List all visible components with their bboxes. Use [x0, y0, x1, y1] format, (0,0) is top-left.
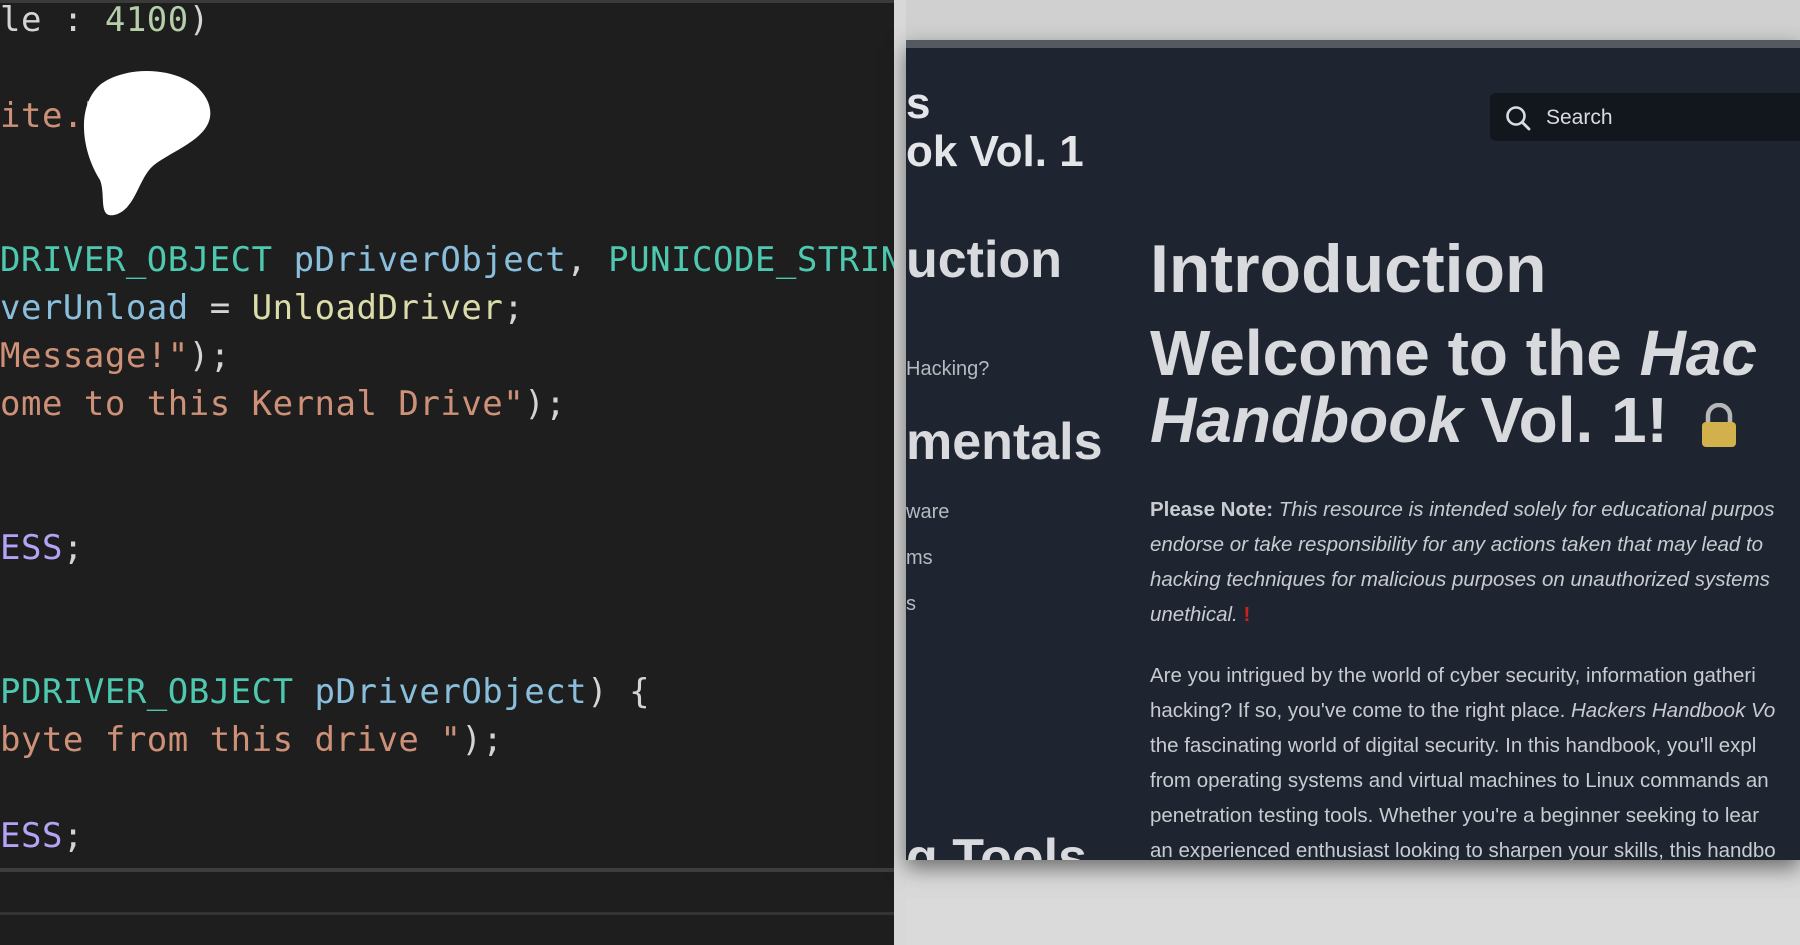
code-token: UnloadDriver: [251, 288, 504, 328]
code-token: le :: [0, 0, 105, 40]
code-token: byte from this drive ": [0, 720, 462, 760]
sidebar-item-hacking-tools[interactable]: g Tools: [906, 828, 1087, 860]
code-line: ESS;: [0, 528, 84, 568]
note-label: Please Note:: [1150, 498, 1274, 521]
sidebar-item-introduction[interactable]: uction: [906, 230, 1062, 290]
lock-icon: [1701, 403, 1736, 448]
exclamation-icon: !: [1243, 603, 1251, 626]
code-line: verUnload = UnloadDriver;: [0, 288, 524, 328]
code-token: DRIVER_OBJECT: [0, 240, 273, 280]
code-token: ESS: [0, 528, 63, 568]
code-token: PUNICODE_STRING: [608, 240, 894, 280]
code-token: ,: [566, 240, 609, 280]
white-blob-overlay: [83, 71, 211, 216]
sidebar-item-hardware[interactable]: ware: [906, 501, 949, 524]
site-title-line-2: ok Vol. 1: [906, 127, 1084, 176]
sidebar-item-operating-systems[interactable]: ms: [906, 547, 933, 570]
code-token: );: [188, 336, 231, 376]
code-line: PDRIVER_OBJECT pDriverObject) {: [0, 672, 650, 712]
search-input[interactable]: Search: [1490, 93, 1800, 141]
code-line: byte from this drive ");: [0, 720, 503, 760]
code-token: ;: [503, 288, 525, 328]
code-line: le : 4100): [0, 0, 210, 40]
intro-paragraph: Are you intrigued by the world of cyber …: [1150, 658, 1800, 860]
note-line-2: endorse or take responsibility for any a…: [1150, 533, 1764, 556]
note-line-3: hacking techniques for malicious purpose…: [1150, 568, 1770, 591]
sidebar-item-what-is-hacking[interactable]: Hacking?: [906, 358, 989, 381]
note-line-1: This resource is intended solely for edu…: [1273, 498, 1775, 521]
code-line: ome to this Kernal Drive");: [0, 384, 566, 424]
code-token: =: [188, 288, 252, 328]
code-token: Message!": [0, 336, 189, 376]
para-book-title: Hackers Handbook Vo: [1570, 699, 1776, 722]
para-line-4: from operating systems and virtual machi…: [1150, 769, 1769, 792]
site-title[interactable]: s ok Vol. 1: [906, 80, 1084, 176]
para-line-2: hacking? If so, you've come to the right…: [1150, 699, 1571, 722]
welcome-heading-part-1: Welcome to the: [1150, 317, 1640, 389]
sidebar-item-commands[interactable]: s: [906, 593, 916, 616]
code-token: pDriverObject: [293, 672, 588, 712]
code-editor[interactable]: le : 4100) ite.h DRIVER_OBJECT pDriverObje…: [0, 0, 894, 945]
para-line-3: the fascinating world of digital securit…: [1150, 734, 1757, 757]
code-token: PDRIVER_OBJECT: [0, 672, 294, 712]
code-token: pDriverObject: [272, 240, 567, 280]
code-token: ESS: [0, 816, 63, 856]
browser-top-bar: [906, 40, 1800, 48]
disclaimer-note: Please Note: This resource is intended s…: [1150, 492, 1800, 632]
search-icon: [1506, 106, 1531, 131]
code-line: Message!");: [0, 336, 231, 376]
code-token: );: [524, 384, 567, 424]
editor-bottom-rule: [0, 912, 894, 915]
code-token: ) {: [587, 672, 651, 712]
image-divider: [894, 0, 906, 945]
code-line: ESS;: [0, 816, 84, 856]
para-line-5: penetration testing tools. Whether you'r…: [1150, 804, 1760, 827]
para-line-1: Are you intrigued by the world of cyber …: [1150, 664, 1756, 687]
para-line-6: an experienced enthusiast looking to sha…: [1150, 839, 1776, 860]
search-placeholder: Search: [1546, 106, 1613, 129]
code-token: ;: [62, 816, 84, 856]
code-token: verUnload: [0, 288, 189, 328]
welcome-heading-part-4: Vol. 1!: [1462, 384, 1668, 456]
code-token: ome to this Kernal Drive": [0, 384, 525, 424]
code-token: 4100: [104, 0, 189, 40]
editor-horizontal-rule: [0, 868, 894, 872]
browser-window: s ok Vol. 1 Search uction Hacking? menta…: [906, 40, 1800, 860]
page-heading: Introduction: [1150, 231, 1547, 307]
code-token: ;: [62, 528, 84, 568]
code-token: ): [188, 0, 210, 40]
sidebar-item-fundamentals[interactable]: mentals: [906, 412, 1103, 472]
welcome-heading-part-2: Hac: [1639, 317, 1757, 389]
note-line-4: unethical.: [1150, 603, 1238, 626]
code-token: );: [461, 720, 504, 760]
site-title-line-1: s: [906, 79, 931, 128]
welcome-heading: Welcome to the Hac Handbook Vol. 1!: [1150, 320, 1757, 454]
code-line: DRIVER_OBJECT pDriverObject, PUNICODE_ST…: [0, 240, 894, 280]
welcome-heading-part-3: Handbook: [1150, 384, 1463, 456]
